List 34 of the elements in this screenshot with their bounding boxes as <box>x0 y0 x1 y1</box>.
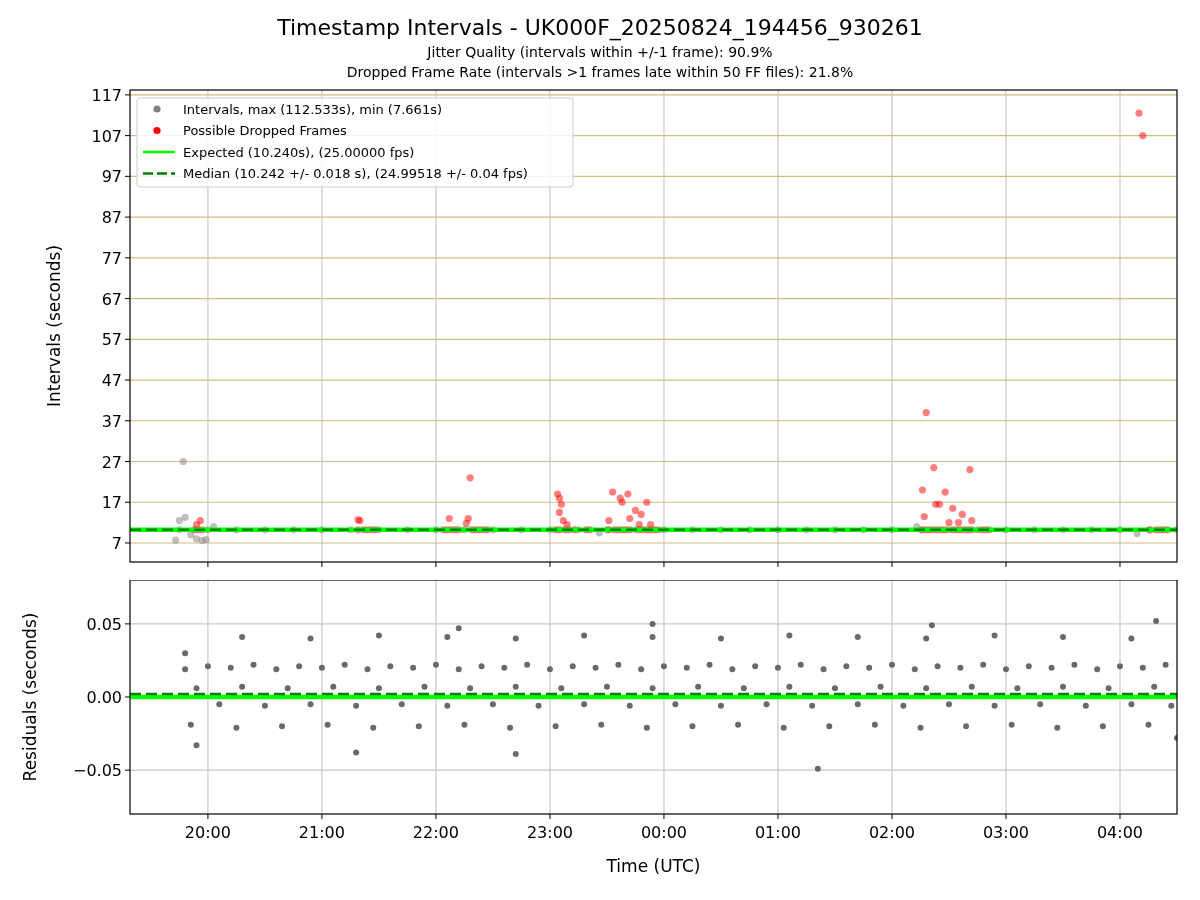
tick-label: 67 <box>101 289 122 309</box>
tick-label: 97 <box>101 167 122 187</box>
tick-label: 0.05 <box>86 614 122 634</box>
tick-label: 17 <box>101 493 122 513</box>
legend-label: Possible Dropped Frames <box>183 123 347 138</box>
axis-title: Time (UTC) <box>606 856 701 876</box>
tick-label: 20:00 <box>184 823 231 842</box>
tick-label: 21:00 <box>298 823 345 842</box>
legend-label: Expected (10.240s), (25.00000 fps) <box>183 144 415 160</box>
chart-subtitle: Jitter Quality (intervals within +/-1 frame): 90.9% <box>427 43 773 62</box>
tick-label: 22:00 <box>412 823 459 842</box>
legend-label: Intervals, max (112.533s), min (7.661s) <box>183 101 442 117</box>
chart-title: Timestamp Intervals - UK000F_20250824_194456_930261 <box>277 14 923 42</box>
tick-label: 03:00 <box>982 823 1030 842</box>
tick-label: 47 <box>101 371 122 391</box>
tick-label: 23:00 <box>526 823 573 842</box>
legend-label: Median (10.242 +/- 0.018 s), (24.99518 +/- 0.04 fps) <box>183 166 528 181</box>
axis-title: Intervals (seconds) <box>44 244 64 408</box>
tick-label: 27 <box>101 452 122 472</box>
tick-label: 87 <box>101 208 122 228</box>
tick-label: 02:00 <box>868 823 916 842</box>
tick-label: 57 <box>101 330 122 350</box>
tick-label: 117 <box>91 85 122 105</box>
tick-label: −0.05 <box>72 761 122 781</box>
tick-label: 01:00 <box>754 823 801 842</box>
tick-label: 77 <box>101 248 122 268</box>
axis-title: Residuals (seconds) <box>20 612 40 782</box>
chart-subtitle: Dropped Frame Rate (intervals >1 frames late within 50 FF files): 21.8% <box>346 63 854 82</box>
tick-label: 107 <box>91 126 122 146</box>
tick-label: 7 <box>111 534 122 553</box>
tick-label: 00:00 <box>640 823 687 842</box>
tick-label: 0.00 <box>86 688 122 707</box>
tick-label: 04:00 <box>1096 823 1144 842</box>
tick-label: 37 <box>101 411 122 431</box>
